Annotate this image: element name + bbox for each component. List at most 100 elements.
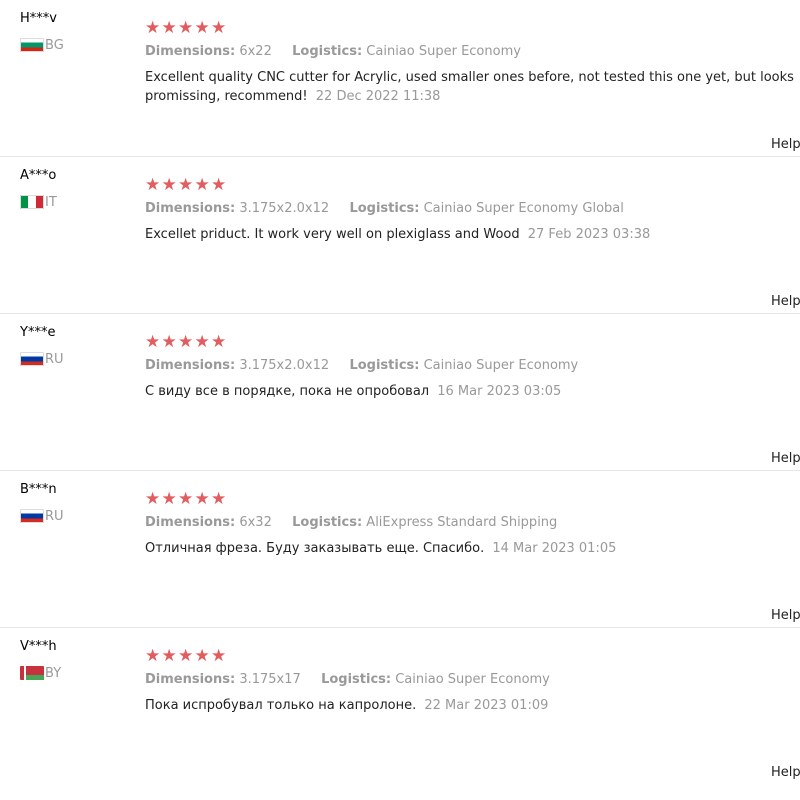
star-rating: ★ ★ ★ ★ ★ <box>145 646 227 666</box>
star-icon: ★ <box>178 18 194 38</box>
bulgaria-flag-icon <box>20 38 44 52</box>
star-icon: ★ <box>161 646 177 666</box>
helpful-button[interactable]: Helpful? <box>771 608 800 623</box>
reviewer-name: A***o <box>20 168 57 183</box>
star-icon: ★ <box>194 646 210 666</box>
star-icon: ★ <box>194 332 210 352</box>
dimensions-value: 3.175x2.0x12 <box>239 201 330 216</box>
review-item: H***v BG ★ ★ ★ ★ ★ Dimensions: 6x22 Logistic… <box>0 0 800 157</box>
star-icon: ★ <box>145 332 161 352</box>
logistics-value: Cainiao Super Economy <box>366 44 521 59</box>
star-icon: ★ <box>211 175 227 195</box>
dimensions-label: Dimensions: <box>145 201 236 216</box>
helpful-button[interactable]: Helpful? <box>771 765 800 780</box>
star-icon: ★ <box>194 18 210 38</box>
logistics-value: Cainiao Super Economy <box>423 358 579 373</box>
review-meta: Dimensions: 6x22 Logistics: Cainiao Supe… <box>145 44 521 59</box>
review-list: H***v BG ★ ★ ★ ★ ★ Dimensions: 6x22 Logistic… <box>0 0 800 800</box>
country-code: RU <box>45 508 64 524</box>
star-rating: ★ ★ ★ ★ ★ <box>145 175 227 195</box>
star-icon: ★ <box>178 332 194 352</box>
dimensions-value: 6x22 <box>239 44 272 59</box>
star-icon: ★ <box>145 18 161 38</box>
country-code: IT <box>45 194 57 210</box>
review-text: С виду все в порядке, пока не опробовал <box>145 384 430 399</box>
reviewer-country: RU <box>20 508 64 524</box>
review-date: 27 Feb 2023 03:38 <box>527 227 651 242</box>
review-body: Excellent quality CNC cutter for Acrylic… <box>145 68 800 106</box>
logistics-value: Cainiao Super Economy Global <box>423 201 624 216</box>
logistics-label: Logistics: <box>349 201 420 216</box>
reviewer-country: IT <box>20 194 57 210</box>
star-icon: ★ <box>161 489 177 509</box>
review-meta: Dimensions: 6x32 Logistics: AliExpress S… <box>145 515 557 530</box>
country-code: BG <box>45 37 64 53</box>
logistics-value: Cainiao Super Economy <box>395 672 550 687</box>
review-item: B***n RU ★ ★ ★ ★ ★ Dimensions: 6x32 Logistic… <box>0 471 800 628</box>
review-body: Пока испробувал только на капролоне. 22 … <box>145 696 800 715</box>
reviewer-country: BY <box>20 665 61 681</box>
star-icon: ★ <box>145 646 161 666</box>
star-icon: ★ <box>194 489 210 509</box>
review-meta: Dimensions: 3.175x2.0x12 Logistics: Cain… <box>145 358 578 373</box>
review-meta: Dimensions: 3.175x17 Logistics: Cainiao … <box>145 672 550 687</box>
reviewer-name: H***v <box>20 11 57 26</box>
star-rating: ★ ★ ★ ★ ★ <box>145 18 227 38</box>
review-body: Excellet priduct. It work very well on p… <box>145 225 800 244</box>
star-icon: ★ <box>145 175 161 195</box>
star-icon: ★ <box>178 175 194 195</box>
reviewer-name: V***h <box>20 639 57 654</box>
dimensions-label: Dimensions: <box>145 44 236 59</box>
review-text: Отличная фреза. Буду заказывать еще. Спа… <box>145 541 485 556</box>
logistics-label: Logistics: <box>321 672 392 687</box>
russia-flag-icon <box>20 352 44 366</box>
review-body: С виду все в порядке, пока не опробовал … <box>145 382 800 401</box>
logistics-value: AliExpress Standard Shipping <box>366 515 558 530</box>
review-text: Excellet priduct. It work very well on p… <box>145 227 520 242</box>
review-text: Excellent quality CNC cutter for Acrylic… <box>145 70 794 104</box>
star-icon: ★ <box>161 332 177 352</box>
star-icon: ★ <box>211 489 227 509</box>
star-icon: ★ <box>211 646 227 666</box>
star-icon: ★ <box>194 175 210 195</box>
review-date: 22 Dec 2022 11:38 <box>315 89 441 104</box>
review-item: V***h BY ★ ★ ★ ★ ★ Dimensions: 3.175x17 Logi… <box>0 628 800 785</box>
review-item: A***o IT ★ ★ ★ ★ ★ Dimensions: 3.175x2.0x12 … <box>0 157 800 314</box>
review-text: Пока испробувал только на капролоне. <box>145 698 417 713</box>
country-code: RU <box>45 351 64 367</box>
reviewer-country: BG <box>20 37 64 53</box>
review-meta: Dimensions: 3.175x2.0x12 Logistics: Cain… <box>145 201 624 216</box>
dimensions-label: Dimensions: <box>145 358 236 373</box>
review-body: Отличная фреза. Буду заказывать еще. Спа… <box>145 539 800 558</box>
review-item: Y***e RU ★ ★ ★ ★ ★ Dimensions: 3.175x2.0x12 … <box>0 314 800 471</box>
dimensions-value: 3.175x17 <box>239 672 301 687</box>
helpful-button[interactable]: Helpful? <box>771 137 800 152</box>
helpful-button[interactable]: Helpful? <box>771 451 800 466</box>
star-icon: ★ <box>211 18 227 38</box>
star-rating: ★ ★ ★ ★ ★ <box>145 489 227 509</box>
dimensions-label: Dimensions: <box>145 672 236 687</box>
italy-flag-icon <box>20 195 44 209</box>
star-icon: ★ <box>178 646 194 666</box>
review-date: 14 Mar 2023 01:05 <box>492 541 617 556</box>
star-rating: ★ ★ ★ ★ ★ <box>145 332 227 352</box>
russia-flag-icon <box>20 509 44 523</box>
country-code: BY <box>45 665 62 681</box>
star-icon: ★ <box>178 489 194 509</box>
review-date: 22 Mar 2023 01:09 <box>424 698 549 713</box>
reviewer-name: B***n <box>20 482 57 497</box>
dimensions-label: Dimensions: <box>145 515 236 530</box>
logistics-label: Logistics: <box>292 44 363 59</box>
dimensions-value: 6x32 <box>239 515 272 530</box>
belarus-flag-icon <box>20 666 44 680</box>
helpful-button[interactable]: Helpful? <box>771 294 800 309</box>
review-date: 16 Mar 2023 03:05 <box>437 384 562 399</box>
reviewer-name: Y***e <box>20 325 56 340</box>
star-icon: ★ <box>211 332 227 352</box>
logistics-label: Logistics: <box>349 358 420 373</box>
logistics-label: Logistics: <box>292 515 363 530</box>
star-icon: ★ <box>161 175 177 195</box>
dimensions-value: 3.175x2.0x12 <box>239 358 330 373</box>
reviewer-country: RU <box>20 351 64 367</box>
star-icon: ★ <box>145 489 161 509</box>
